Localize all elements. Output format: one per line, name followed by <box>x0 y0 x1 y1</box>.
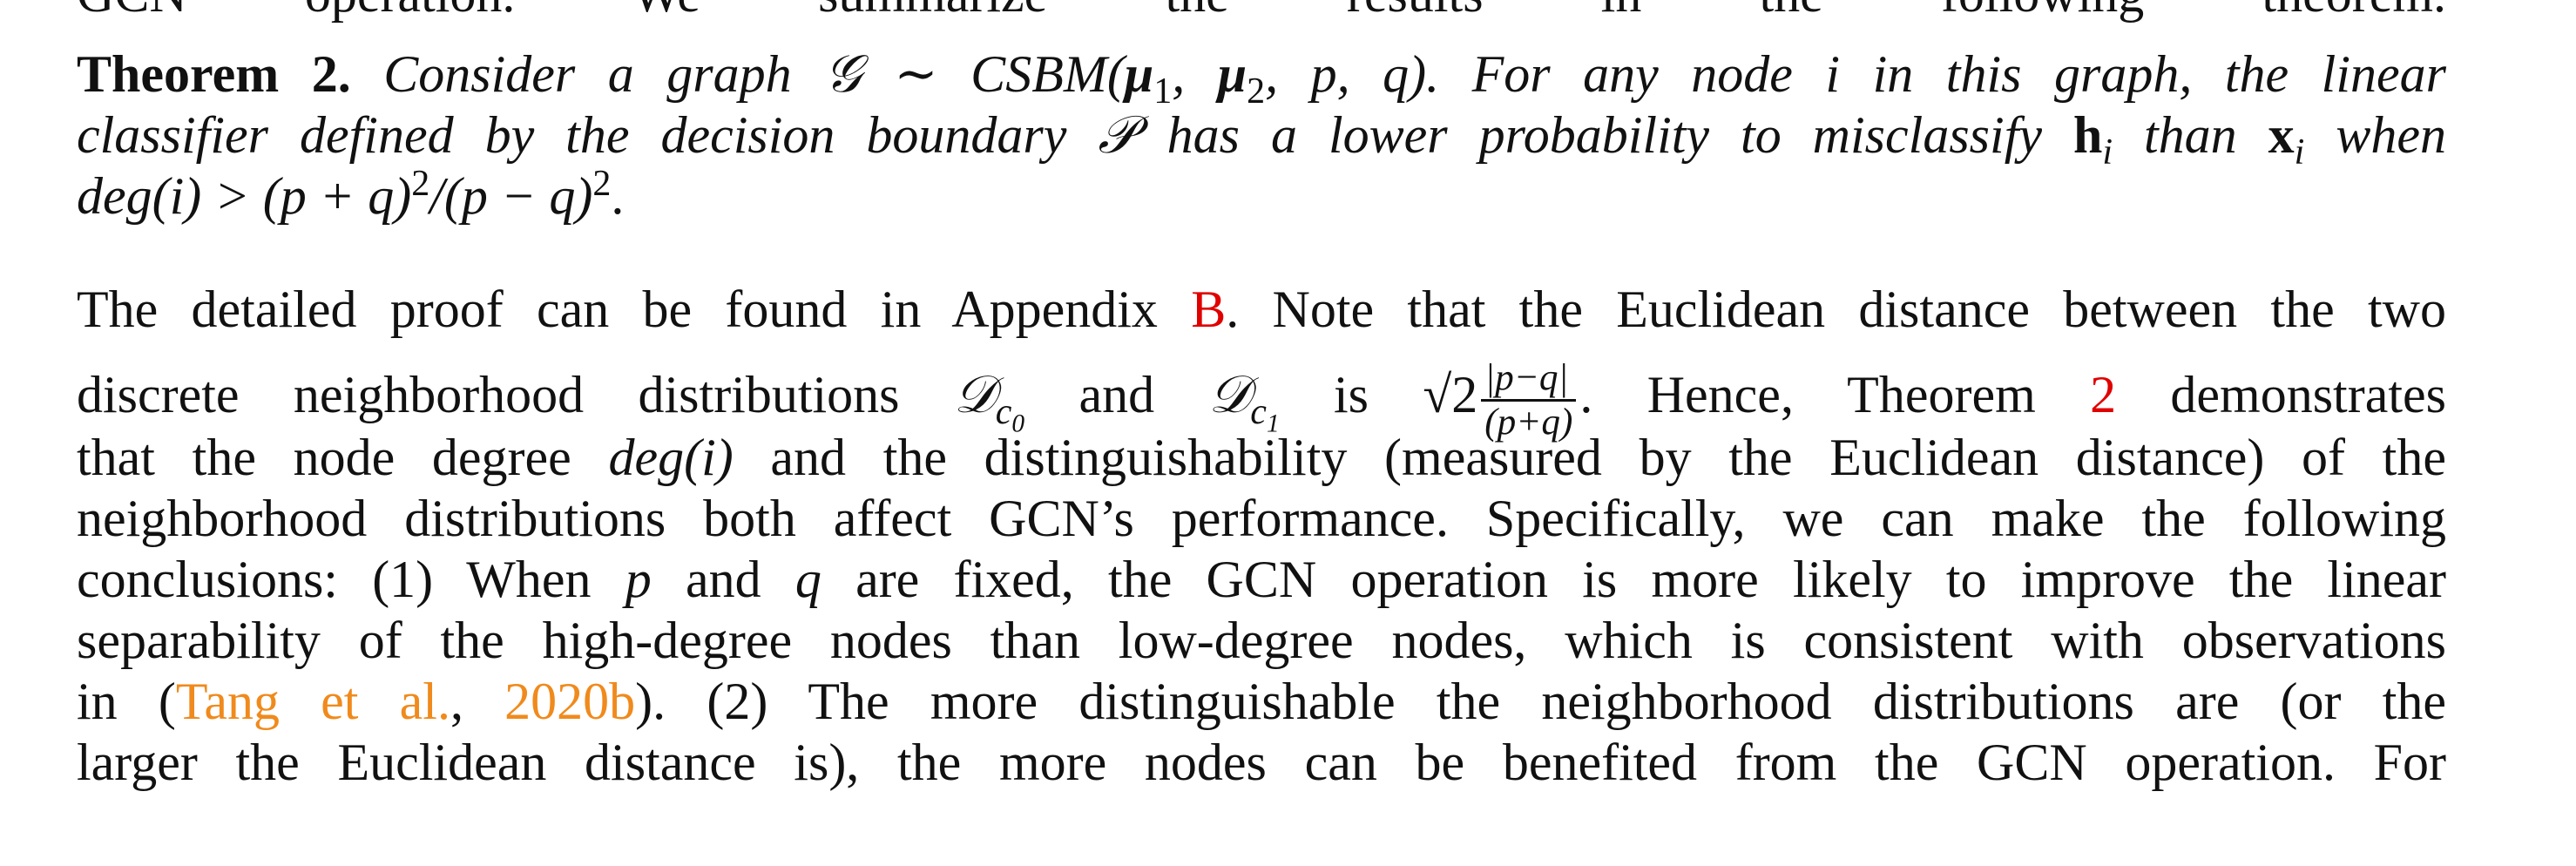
theorem-line-1: Theorem 2. Consider a graph 𝒢 ∼ CSBM(μ1,… <box>77 45 2446 112</box>
paragraph-line-1: The detailed proof can be found in Appen… <box>77 281 2446 338</box>
boundary-symbol: 𝒫 <box>1098 106 1136 164</box>
paragraph-line-5: conclusions: (1) When p and q are fixed,… <box>77 551 2446 608</box>
theorem-label: Theorem 2. <box>77 45 351 103</box>
graph-symbol: 𝒢 <box>824 45 862 103</box>
paper-page: GCN operation. We summarize the results … <box>0 0 2576 866</box>
theorem-2-link[interactable]: 2 <box>2090 366 2116 423</box>
appendix-b-link[interactable]: B <box>1191 281 1226 338</box>
paragraph-line-6: separability of the high-degree nodes th… <box>77 612 2446 669</box>
paragraph-line-8: larger the Euclidean distance is), the m… <box>77 734 2446 791</box>
citation-year-link[interactable]: 2020b <box>504 673 635 730</box>
paragraph-line-4: neighborhood distributions both affect G… <box>77 490 2446 547</box>
theorem-line-3: deg(i) > (p + q)2/(p − q)2. <box>77 164 625 225</box>
citation-tang-link[interactable]: Tang et al. <box>176 673 450 730</box>
clipped-top-line: GCN operation. We summarize the results … <box>77 0 2446 24</box>
sqrt-expression: √2 <box>1423 365 1478 423</box>
paragraph-line-3: that the node degree deg(i) and the dist… <box>77 429 2446 486</box>
theorem-line-2: classifier defined by the decision bound… <box>77 106 2446 173</box>
paragraph-line-7: in (Tang et al., 2020b). (2) The more di… <box>77 673 2446 730</box>
